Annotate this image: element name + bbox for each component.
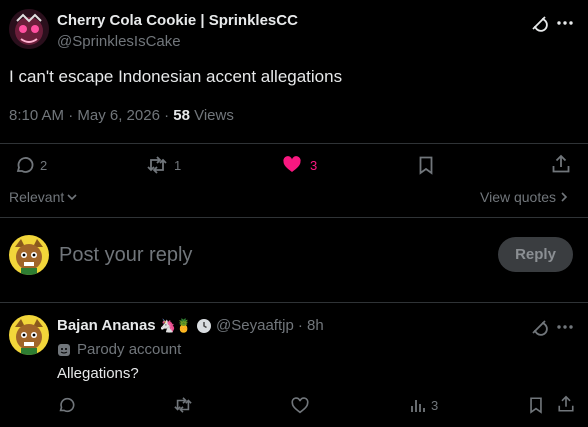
- reply-button[interactable]: Reply: [498, 237, 573, 272]
- divider: [0, 143, 588, 144]
- like-count: 3: [310, 157, 318, 173]
- view-quotes-label: View quotes: [480, 189, 557, 205]
- analytics-icon: [410, 397, 426, 413]
- views-action[interactable]: 3: [410, 397, 438, 413]
- grok-icon[interactable]: [529, 13, 549, 33]
- repost-icon: [146, 155, 168, 175]
- like-action[interactable]: [291, 397, 309, 415]
- reply-text: Allegations?: [57, 365, 139, 382]
- views-label: Views: [189, 107, 234, 124]
- reply-count: 2: [40, 157, 48, 173]
- tweet-meta: 8:10 AM · May 6, 2026 · 58 Views: [9, 107, 234, 124]
- current-user-avatar[interactable]: [9, 235, 49, 275]
- reply-author-avatar[interactable]: [9, 315, 49, 355]
- divider: [0, 302, 588, 303]
- chevron-down-icon: [66, 191, 78, 203]
- tweet-timestamp[interactable]: 8:10 AM · May 6, 2026 ·: [9, 107, 173, 124]
- views-count: 58: [173, 107, 190, 124]
- reply-action[interactable]: 2: [14, 155, 47, 175]
- grok-icon[interactable]: [529, 317, 549, 337]
- heart-icon: [282, 155, 302, 175]
- author-name[interactable]: Cherry Cola Cookie | SprinklesCC: [57, 12, 298, 29]
- reply-icon: [14, 155, 34, 175]
- chevron-right-icon: [559, 191, 569, 203]
- repost-action[interactable]: 1: [146, 155, 181, 175]
- parody-label: Parody account: [77, 341, 182, 358]
- sort-dropdown[interactable]: Relevant: [9, 189, 78, 205]
- more-options-icon[interactable]: [555, 13, 575, 33]
- reply-input[interactable]: [59, 240, 479, 270]
- bookmark-icon[interactable]: [416, 155, 436, 175]
- more-options-icon[interactable]: [555, 317, 575, 337]
- reply-icon: [57, 396, 75, 414]
- reply-author-emoji: 🦄🍍: [159, 317, 193, 333]
- reply-author-handle[interactable]: @Seyaaftjp: [216, 317, 294, 334]
- reply-views-count: 3: [431, 397, 439, 413]
- tweet-text: I can't escape Indonesian accent allegat…: [9, 67, 343, 86]
- repost-action[interactable]: [173, 396, 193, 414]
- repost-icon: [173, 396, 193, 414]
- share-icon[interactable]: [551, 154, 571, 174]
- heart-outline-icon: [291, 397, 309, 415]
- bookmark-icon[interactable]: [527, 396, 545, 414]
- theater-masks-icon: [57, 343, 71, 357]
- author-handle[interactable]: @SprinklesIsCake: [57, 33, 181, 50]
- share-icon[interactable]: [557, 395, 575, 413]
- clock-badge-icon: [196, 318, 212, 334]
- reply-author-line: Bajan Ananas 🦄🍍 @Seyaaftjp · 8h: [57, 317, 324, 334]
- view-quotes-link[interactable]: View quotes: [480, 189, 569, 205]
- divider: [0, 217, 588, 218]
- sort-label: Relevant: [9, 189, 65, 205]
- repost-count: 1: [174, 157, 182, 173]
- reply-time[interactable]: · 8h: [298, 317, 324, 334]
- reply-author-name[interactable]: Bajan Ananas: [57, 317, 156, 334]
- like-action[interactable]: 3: [282, 155, 317, 175]
- author-avatar[interactable]: [9, 9, 49, 49]
- parody-badge: Parody account: [57, 341, 181, 358]
- reply-action[interactable]: [57, 396, 75, 414]
